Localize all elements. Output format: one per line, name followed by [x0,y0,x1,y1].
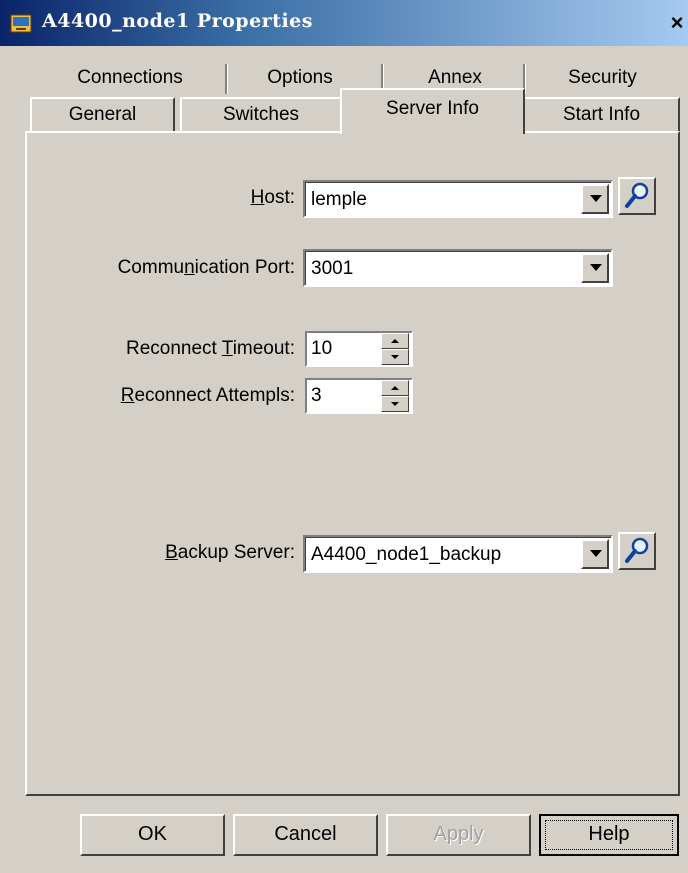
tab-label: Security [568,67,637,88]
attempts-value: 3 [311,385,322,406]
window-icon [10,14,32,33]
apply-label: Apply [433,823,484,845]
backup-server-label: Backup Server: [165,542,295,563]
apply-button[interactable]: Apply [386,814,531,856]
chevron-down-icon[interactable] [581,539,609,569]
spin-down-button[interactable] [381,396,409,412]
timeout-value: 10 [311,338,333,359]
attempts-spinner[interactable]: 3 [305,378,413,414]
backup-server-value: A4400_node1_backup [311,544,502,565]
ok-button[interactable]: OK [80,814,225,856]
spin-down-button[interactable] [381,349,409,365]
attempts-label: Reconnect Attempls: [120,385,295,406]
port-value: 3001 [311,258,354,279]
tab-switches[interactable]: Switches [180,97,340,133]
tab-label: Options [267,67,333,88]
port-label: Communication Port: [117,257,295,278]
host-label: Host: [250,187,295,208]
help-label: Help [588,823,630,845]
backup-server-combobox[interactable]: A4400_node1_backup [303,535,613,573]
cancel-button[interactable]: Cancel [233,814,378,856]
tab-server-info[interactable]: Server Info [340,88,525,134]
tab-label: Start Info [562,104,641,125]
chevron-down-icon[interactable] [581,253,609,283]
tab-label: Connections [77,67,183,88]
close-button[interactable]: × [666,10,688,38]
tab-label: Switches [222,104,300,125]
server-info-panel [25,131,680,796]
magnifier-icon [625,182,649,208]
host-combobox[interactable]: lemple [303,180,613,218]
tab-general[interactable]: General [30,97,175,133]
window-title: A4400_node1 Properties [42,10,313,32]
magnifier-icon [625,537,649,563]
spin-up-button[interactable] [381,380,409,396]
tab-label: Annex [428,67,482,88]
timeout-label: Reconnect Timeout: [126,338,295,359]
tab-label: Server Info [386,98,479,119]
tab-label: General [68,104,137,125]
tab-connections[interactable]: Connections [60,62,200,94]
host-browse-button[interactable] [618,177,656,215]
tab-start-info[interactable]: Start Info [525,97,680,133]
timeout-spinner[interactable]: 10 [305,331,413,367]
host-value: lemple [311,189,367,210]
chevron-down-icon[interactable] [581,184,609,214]
title-bar: A4400_node1 Properties [0,0,688,46]
cancel-label: Cancel [274,823,337,845]
tab-separator [225,64,228,94]
backup-browse-button[interactable] [618,532,656,570]
port-combobox[interactable]: 3001 [303,249,613,287]
help-button[interactable]: Help [539,814,679,856]
tab-security[interactable]: Security [530,62,675,94]
spin-up-button[interactable] [381,333,409,349]
ok-label: OK [138,823,167,845]
